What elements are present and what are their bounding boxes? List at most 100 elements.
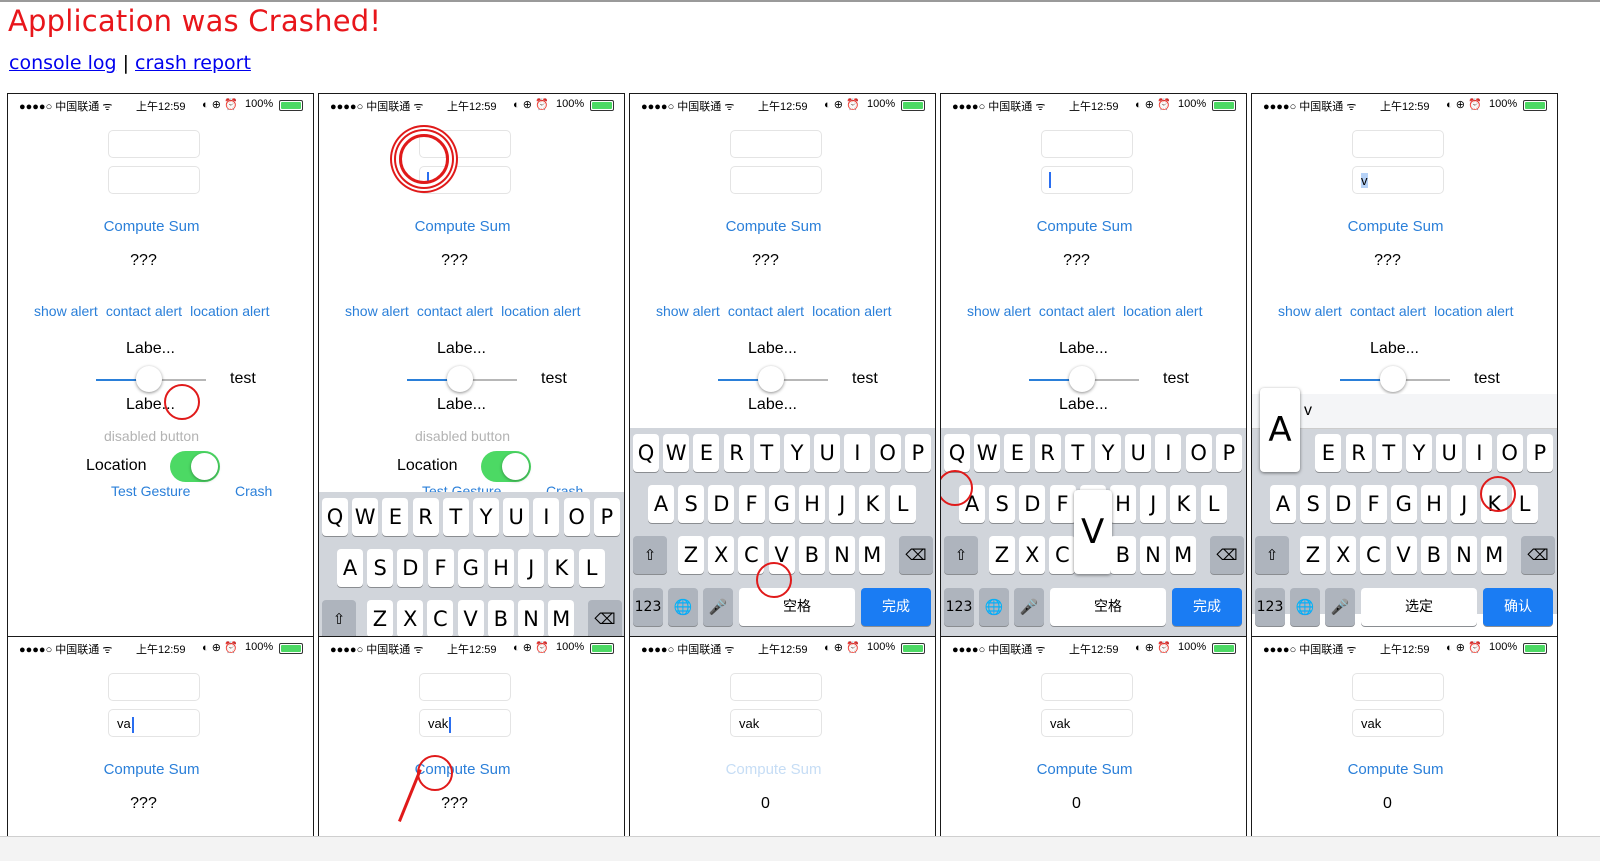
compute-sum-button[interactable]: Compute Sum — [8, 761, 295, 778]
key-o[interactable]: O — [1185, 434, 1212, 472]
value-slider[interactable] — [96, 366, 206, 392]
key-i[interactable]: I — [1466, 434, 1493, 472]
value-slider[interactable] — [1029, 366, 1139, 392]
second-number-field[interactable] — [730, 166, 822, 194]
key-z[interactable]: Z — [678, 536, 704, 574]
compute-sum-button[interactable]: Compute Sum — [1252, 218, 1539, 235]
compute-sum-button[interactable]: Compute Sum — [941, 218, 1228, 235]
key-k[interactable]: K — [859, 485, 886, 523]
key-p[interactable]: P — [1526, 434, 1553, 472]
key-p[interactable]: P — [1215, 434, 1242, 472]
key-e[interactable]: E — [1004, 434, 1031, 472]
key-e[interactable]: E — [382, 498, 409, 536]
key-z[interactable]: Z — [1300, 536, 1326, 574]
contact-alert-button[interactable]: contact alert — [417, 303, 493, 319]
key-q[interactable]: Q — [944, 434, 970, 472]
key-e[interactable]: E — [693, 434, 720, 472]
second-number-field[interactable]: vak — [730, 709, 822, 737]
key-m[interactable]: M — [548, 600, 575, 638]
suggestion-item[interactable]: v — [1304, 402, 1312, 420]
key-x[interactable]: X — [1019, 536, 1046, 574]
key-b[interactable]: B — [798, 536, 825, 574]
mic-icon[interactable]: 🎤 — [1325, 588, 1355, 626]
mic-icon[interactable]: 🎤 — [703, 588, 733, 626]
globe-icon[interactable]: 🌐 — [1290, 588, 1320, 626]
first-number-field[interactable] — [1041, 130, 1133, 158]
key-y[interactable]: Y — [1095, 434, 1121, 472]
key-h[interactable]: H — [1421, 485, 1447, 523]
key-u[interactable]: U — [503, 498, 530, 536]
value-slider[interactable] — [1340, 366, 1450, 392]
key-q[interactable]: Q — [322, 498, 348, 536]
key-d[interactable]: D — [708, 485, 735, 523]
compute-sum-button[interactable]: Compute Sum — [319, 761, 606, 778]
crash-report-link[interactable]: crash report — [135, 52, 251, 74]
key-x[interactable]: X — [397, 600, 424, 638]
compute-sum-button[interactable]: Compute Sum — [630, 761, 917, 778]
value-slider[interactable] — [718, 366, 828, 392]
crash-button[interactable]: Crash — [235, 483, 272, 499]
key-g[interactable]: G — [768, 485, 795, 523]
key-x[interactable]: X — [1330, 536, 1357, 574]
second-number-field[interactable]: vak — [1352, 709, 1444, 737]
key-b[interactable]: B — [1420, 536, 1447, 574]
second-number-field[interactable] — [1041, 166, 1133, 194]
done-key[interactable]: 完成 — [1172, 588, 1242, 626]
key-r[interactable]: R — [723, 434, 750, 472]
first-number-field[interactable] — [730, 130, 822, 158]
key-f[interactable]: F — [738, 485, 765, 523]
key-v[interactable]: V — [1073, 490, 1112, 574]
key-w[interactable]: W — [352, 498, 379, 536]
done-key[interactable]: 确认 — [1483, 588, 1553, 626]
space-key[interactable]: 选定 — [1361, 588, 1477, 626]
key-y[interactable]: Y — [473, 498, 499, 536]
key-v[interactable]: V — [1390, 536, 1417, 574]
location-alert-button[interactable]: location alert — [1123, 303, 1202, 319]
key-s[interactable]: S — [367, 549, 394, 587]
first-number-field[interactable] — [1041, 673, 1133, 701]
key-c[interactable]: C — [1049, 536, 1076, 574]
key-r[interactable]: R — [412, 498, 439, 536]
shift-key[interactable]: ⇧ — [633, 536, 667, 574]
shift-key[interactable]: ⇧ — [944, 536, 978, 574]
slider-thumb[interactable] — [136, 366, 162, 392]
key-g[interactable]: G — [457, 549, 484, 587]
delete-key[interactable]: ⌫ — [1210, 536, 1244, 574]
contact-alert-button[interactable]: contact alert — [1039, 303, 1115, 319]
key-c[interactable]: C — [427, 600, 454, 638]
location-alert-button[interactable]: location alert — [190, 303, 269, 319]
key-f[interactable]: F — [427, 549, 454, 587]
compute-sum-button[interactable]: Compute Sum — [319, 218, 606, 235]
key-p[interactable]: P — [593, 498, 620, 536]
location-alert-button[interactable]: location alert — [812, 303, 891, 319]
contact-alert-button[interactable]: contact alert — [106, 303, 182, 319]
show-alert-button[interactable]: show alert — [656, 303, 720, 319]
key-y[interactable]: Y — [784, 434, 810, 472]
key-m[interactable]: M — [859, 536, 886, 574]
compute-sum-button[interactable]: Compute Sum — [630, 218, 917, 235]
key-a[interactable]: A — [337, 549, 363, 587]
key-x[interactable]: X — [708, 536, 735, 574]
compute-sum-button[interactable]: Compute Sum — [1252, 761, 1539, 778]
key-d[interactable]: D — [1019, 485, 1046, 523]
show-alert-button[interactable]: show alert — [967, 303, 1031, 319]
key-a[interactable]: A — [648, 485, 674, 523]
shift-key[interactable]: ⇧ — [1255, 536, 1289, 574]
first-number-field[interactable] — [108, 130, 200, 158]
numbers-key[interactable]: 123 — [944, 588, 974, 626]
key-n[interactable]: N — [829, 536, 855, 574]
location-alert-button[interactable]: location alert — [1434, 303, 1513, 319]
key-d[interactable]: D — [397, 549, 424, 587]
key-f[interactable]: F — [1049, 485, 1076, 523]
space-key[interactable]: 空格 — [1050, 588, 1166, 626]
key-o[interactable]: O — [563, 498, 590, 536]
slider-thumb[interactable] — [447, 366, 473, 392]
key-m[interactable]: M — [1481, 536, 1508, 574]
key-s[interactable]: S — [1300, 485, 1327, 523]
key-h[interactable]: H — [1110, 485, 1136, 523]
key-o[interactable]: O — [1496, 434, 1523, 472]
key-j[interactable]: J — [1140, 485, 1167, 523]
key-v[interactable]: V — [457, 600, 484, 638]
globe-icon[interactable]: 🌐 — [979, 588, 1009, 626]
second-number-field[interactable]: va — [108, 709, 200, 737]
